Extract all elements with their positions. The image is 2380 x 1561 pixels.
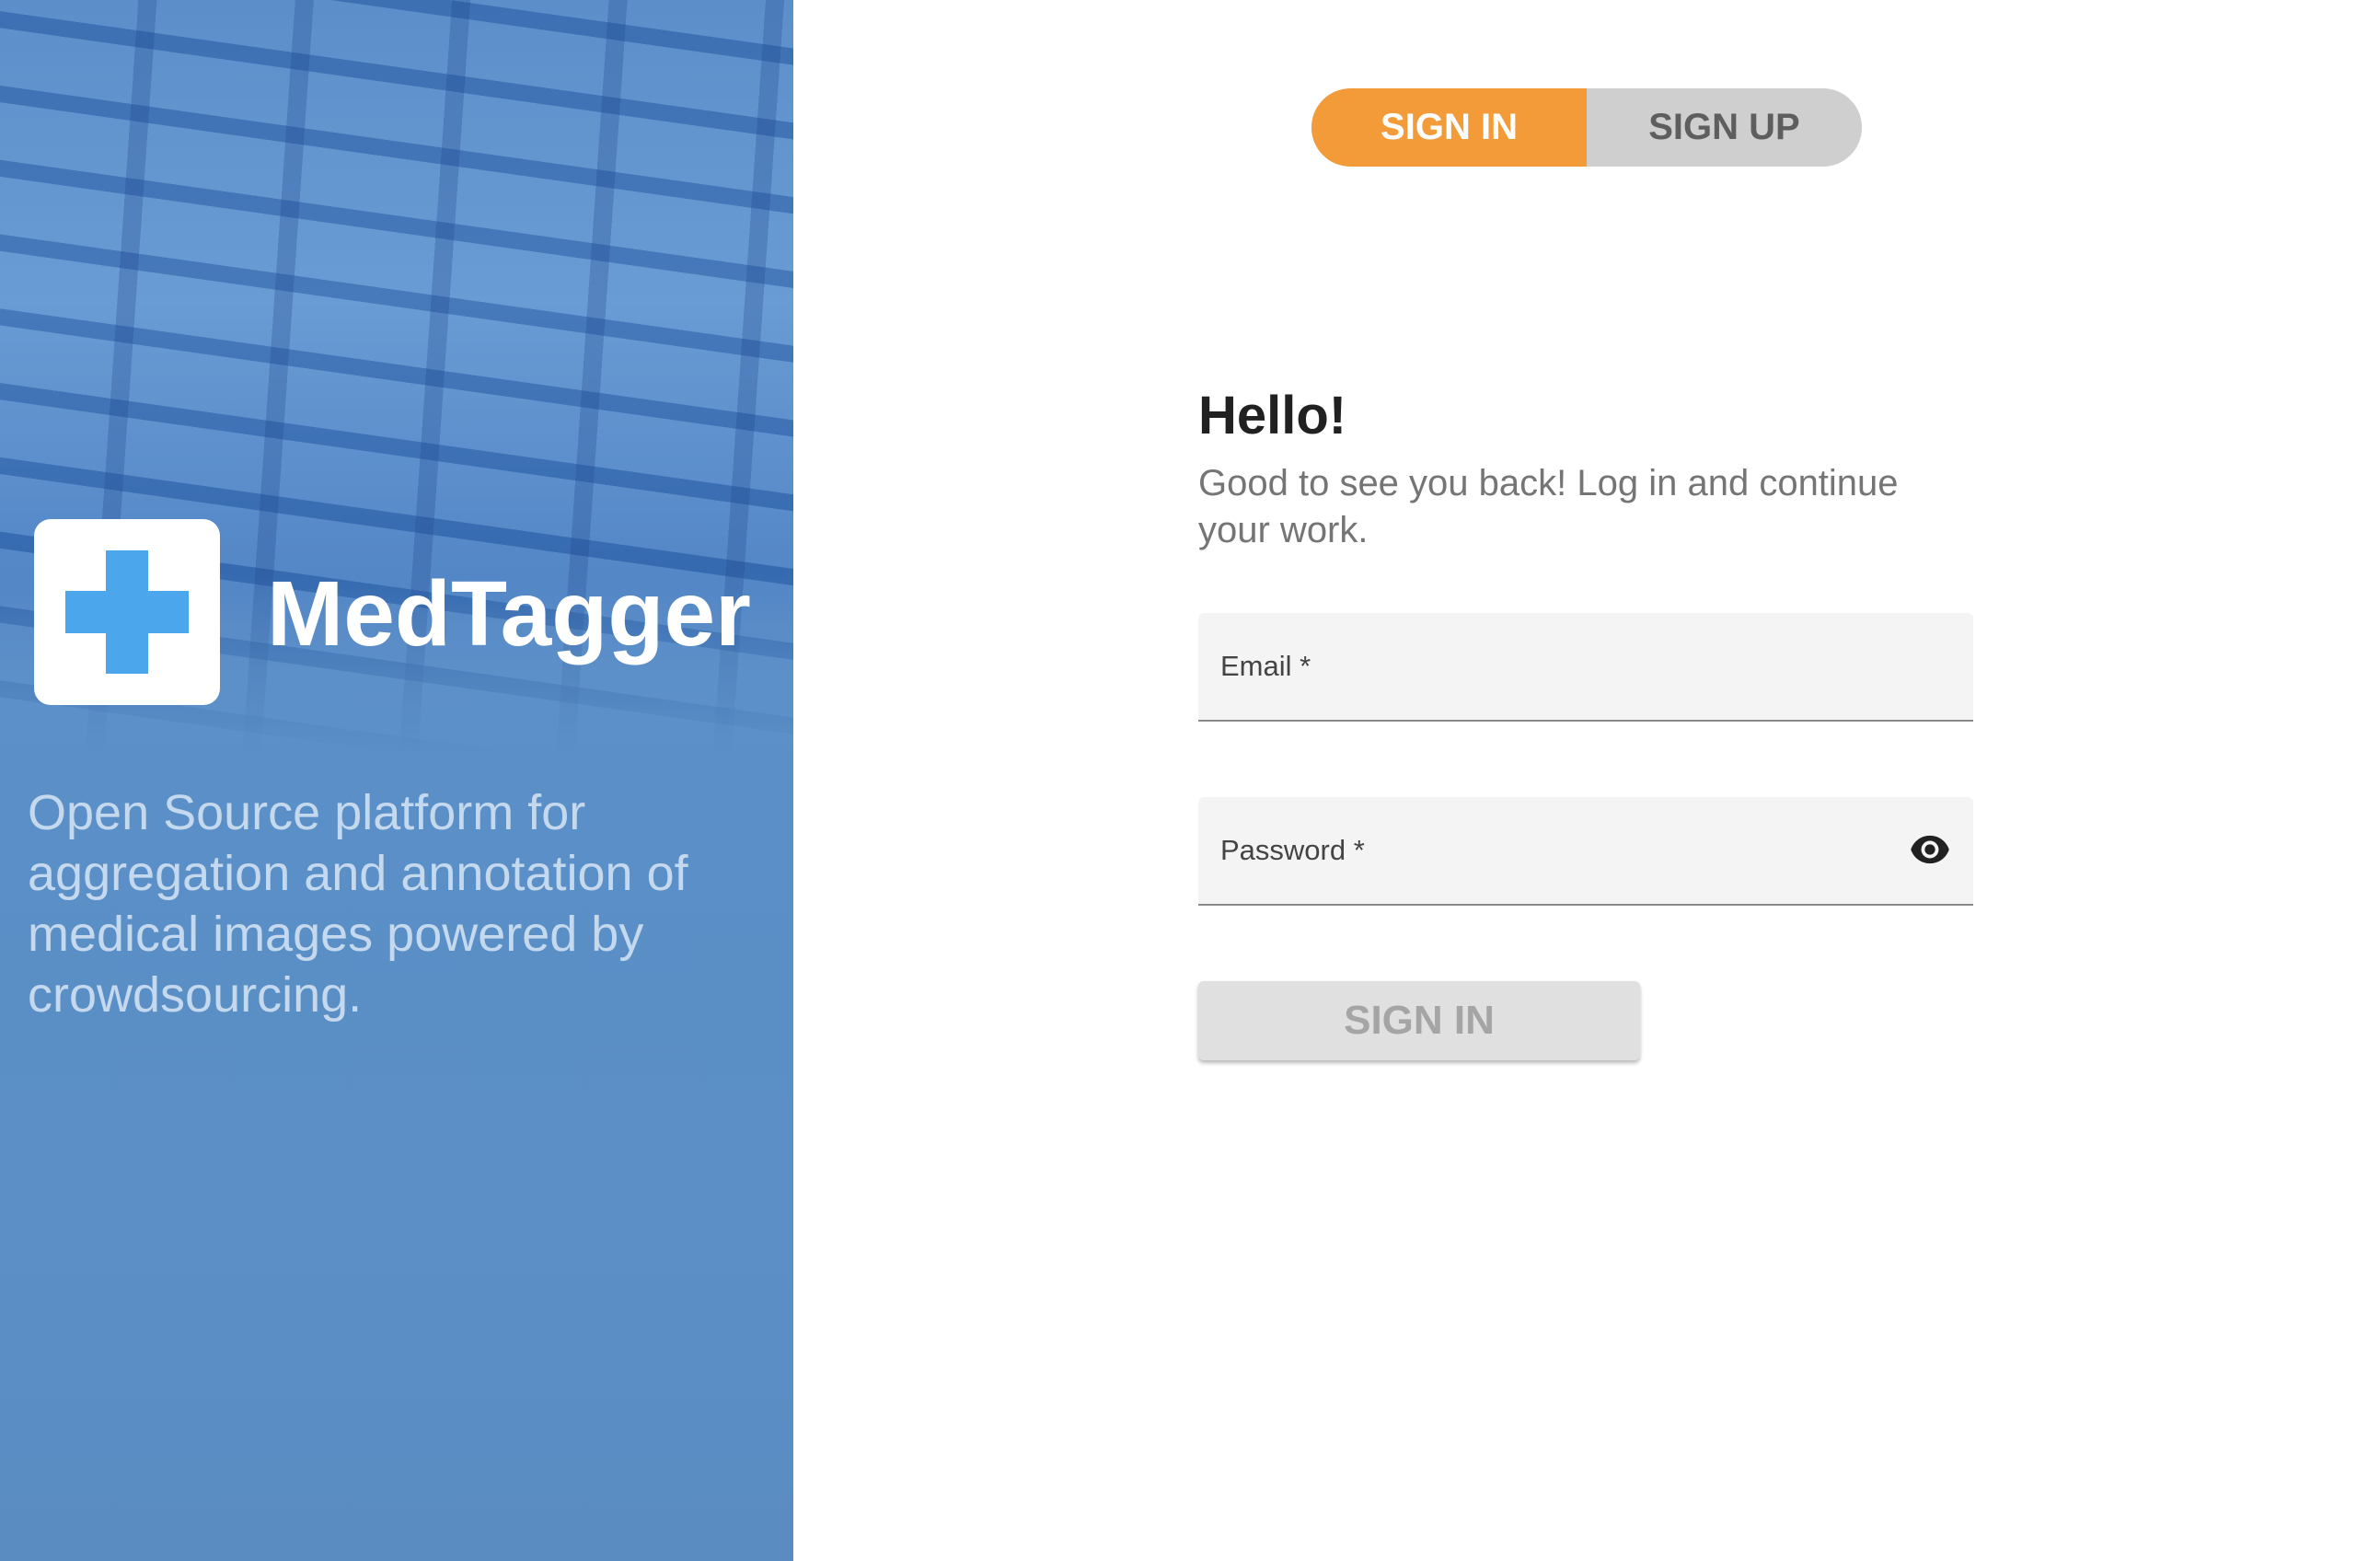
email-input[interactable] (1220, 650, 1900, 705)
greeting-subtitle: Good to see you back! Log in and continu… (1198, 463, 1899, 550)
logo (34, 519, 220, 705)
medical-cross-icon-bar (65, 591, 189, 633)
brand-name: MedTagger (267, 562, 751, 665)
password-field[interactable]: Password * (1198, 797, 1973, 906)
brand-panel: MedTagger Open Source platform for aggre… (0, 0, 793, 1561)
sign-in-tab[interactable]: SIGN IN (1311, 88, 1587, 167)
email-field[interactable]: Email * (1198, 613, 1973, 722)
sign-in-submit-button[interactable]: SIGN IN (1198, 981, 1640, 1060)
sign-up-tab[interactable]: SIGN UP (1587, 88, 1862, 167)
brand-tagline: Open Source platform for aggregation and… (28, 785, 688, 1023)
app-root: MedTagger Open Source platform for aggre… (0, 0, 2380, 1561)
auth-mode-toggle: SIGN IN SIGN UP (1311, 88, 1862, 167)
greeting-heading: Hello! (1198, 386, 1347, 445)
password-input[interactable] (1220, 834, 1900, 889)
eye-icon[interactable] (1909, 834, 1951, 865)
